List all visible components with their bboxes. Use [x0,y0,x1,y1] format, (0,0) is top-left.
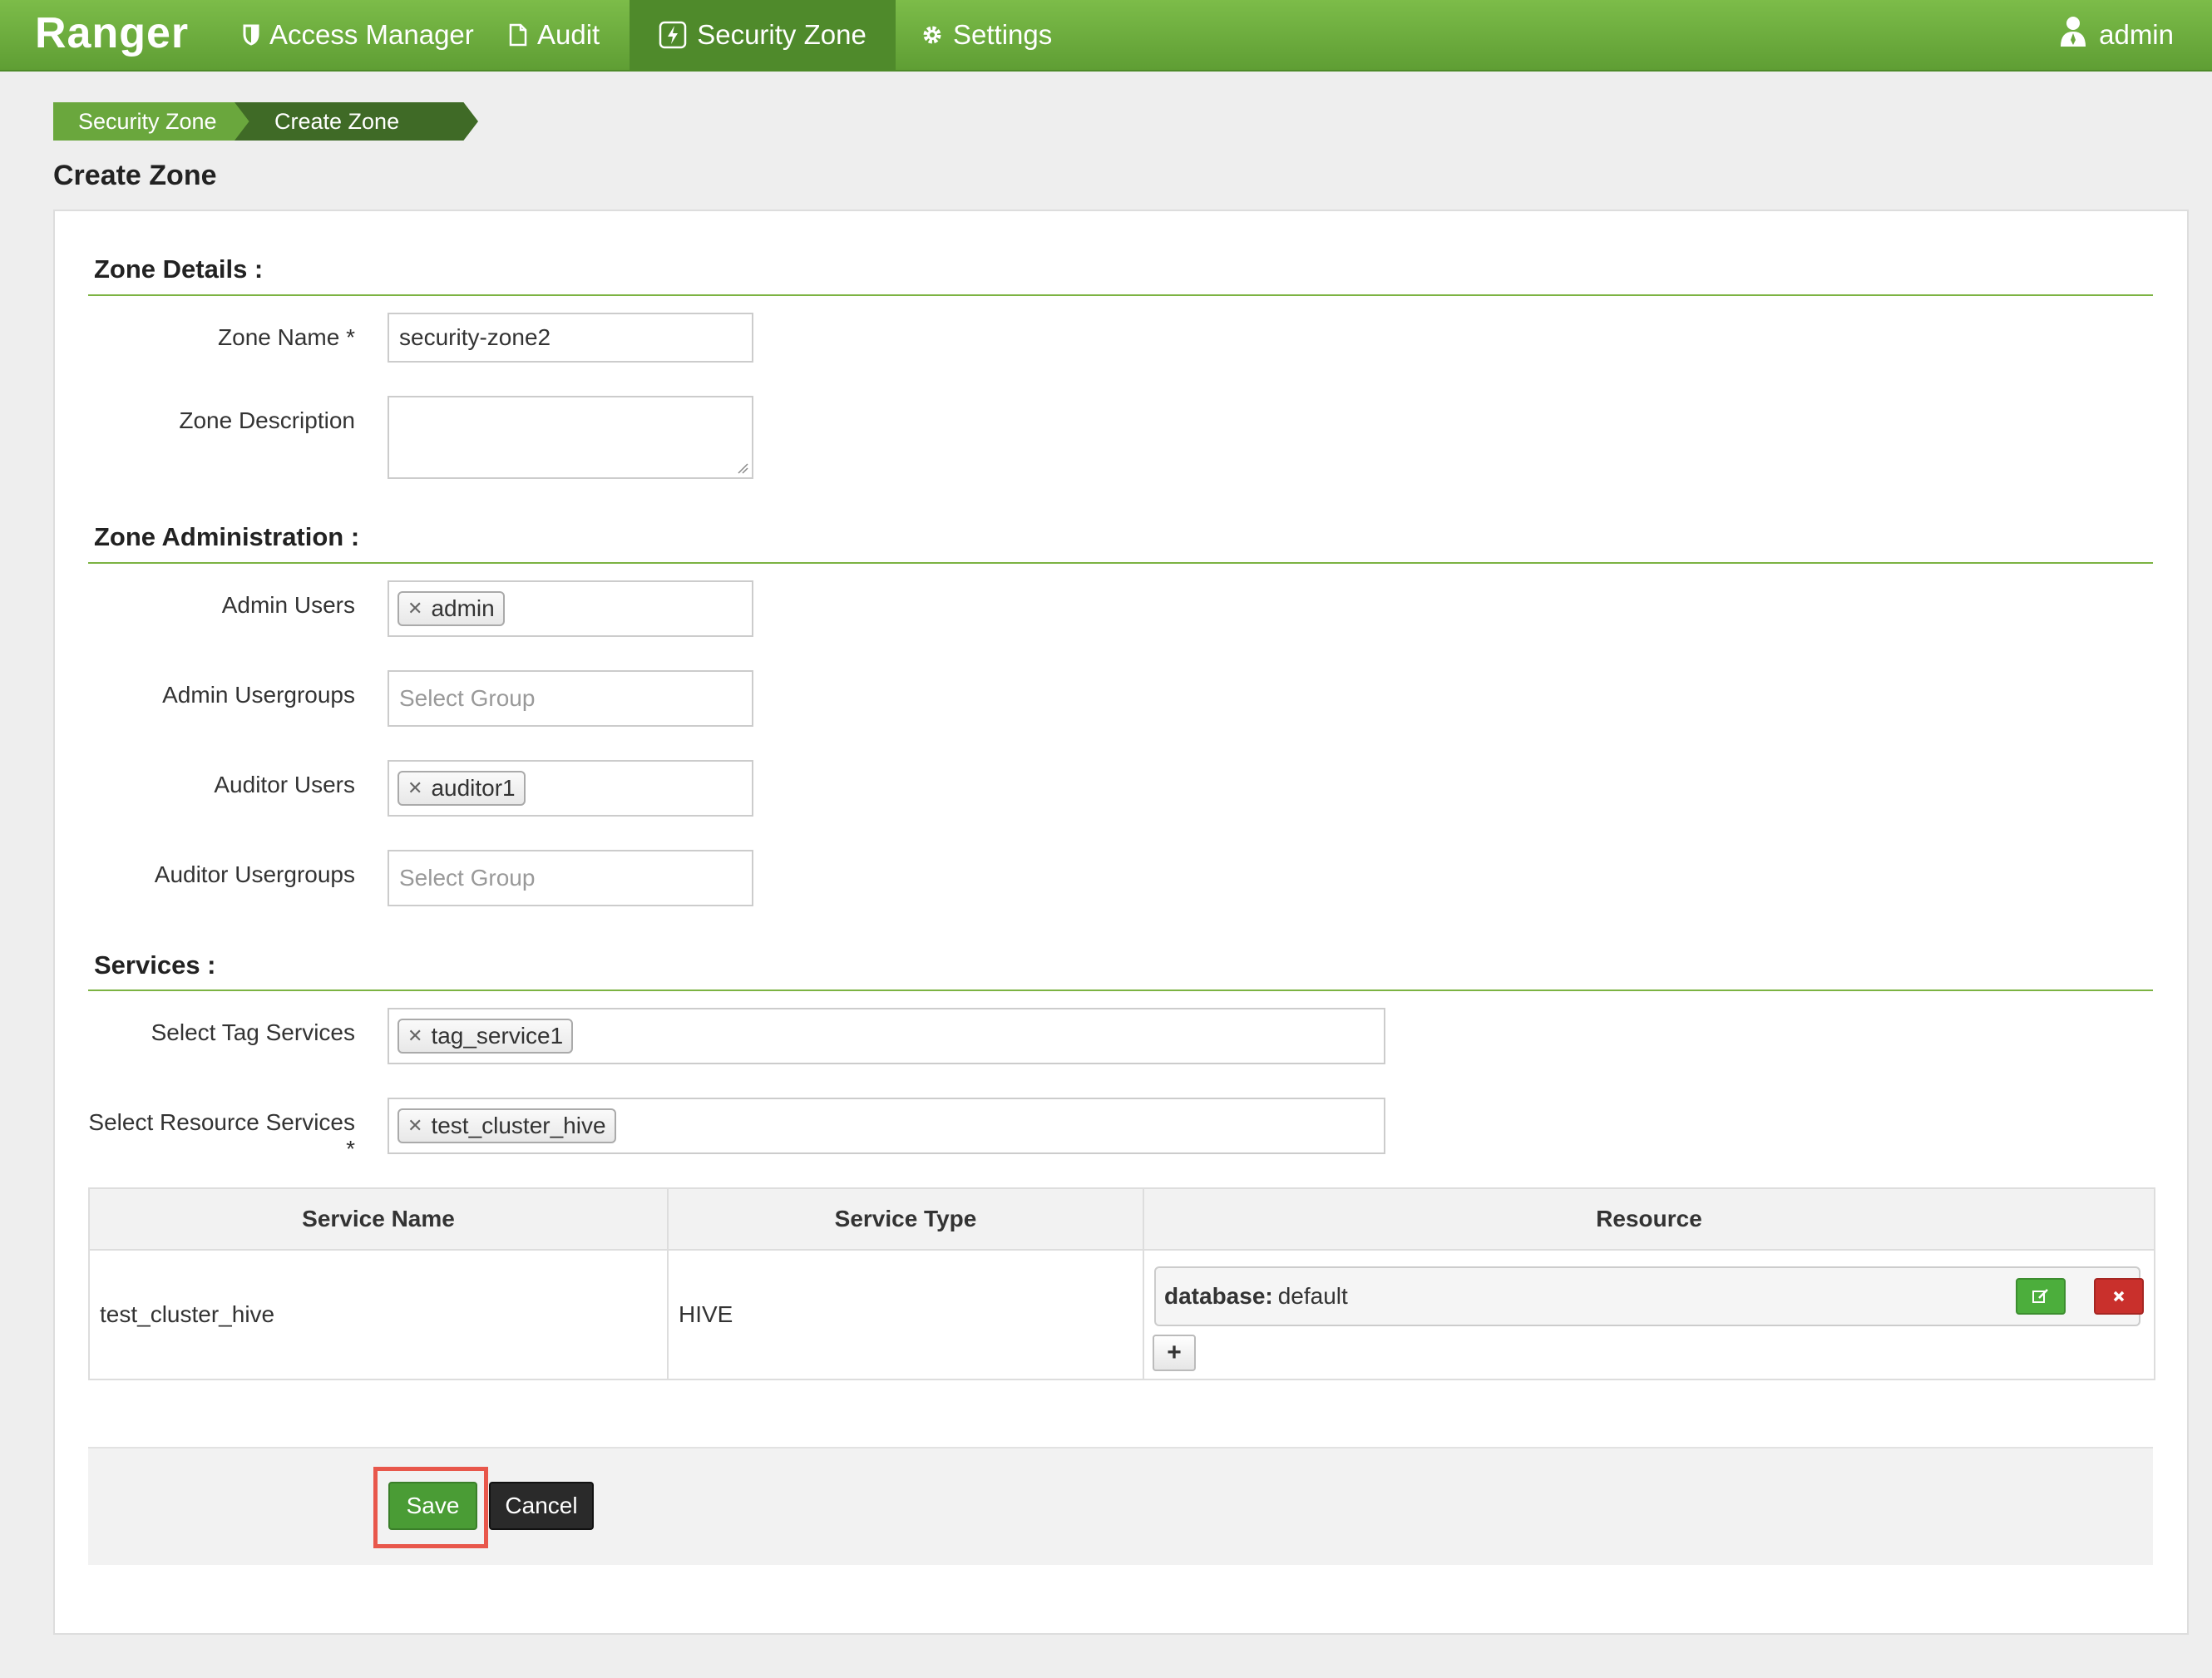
admin-users-label: Admin Users [221,592,355,618]
page-title: Create Zone [53,160,217,191]
column-header-service-name: Service Name [90,1189,669,1251]
zone-name-input[interactable]: security-zone2 [388,313,753,363]
section-divider [88,294,2153,296]
brand-logo[interactable]: Ranger [35,8,189,58]
tag-service-tag: ✕ tag_service1 [397,1019,574,1054]
tag-label: auditor1 [431,775,516,801]
edit-icon [2032,1289,2048,1303]
auditor-users-select[interactable]: ✕ auditor1 [388,760,753,817]
auditor-user-tag: ✕ auditor1 [397,771,526,806]
form-panel [53,210,2189,1635]
admin-usergroups-placeholder: Select Group [399,685,536,711]
section-zone-administration: Zone Administration : [94,522,360,551]
nav-access-manager[interactable]: Access Manager [243,0,474,70]
admin-user-tag: ✕ admin [397,591,505,626]
shield-icon [243,24,259,46]
column-header-resource: Resource [1144,1189,2154,1251]
nav-audit-label: Audit [537,19,600,50]
cell-service-type: HIVE [669,1251,1144,1379]
cancel-button[interactable]: Cancel [489,1482,594,1530]
resource-key: database: [1164,1283,1273,1309]
gear-icon [921,24,943,46]
breadcrumb-security-zone[interactable]: Security Zone [53,102,261,141]
remove-tag-icon[interactable]: ✕ [407,1025,422,1047]
remove-tag-icon[interactable]: ✕ [407,777,422,799]
remove-tag-icon[interactable]: ✕ [407,1115,422,1137]
resource-item: database: default [1154,1266,2140,1326]
edit-resource-button[interactable] [2016,1278,2066,1315]
admin-usergroups-label: Admin Usergroups [162,682,355,708]
section-divider [88,562,2153,564]
file-icon [509,23,527,47]
admin-users-select[interactable]: ✕ admin [388,580,753,637]
tag-services-label: Select Tag Services [151,1019,355,1045]
tag-label: admin [431,595,495,621]
resource-services-select[interactable]: ✕ test_cluster_hive [388,1098,1385,1154]
tag-services-select[interactable]: ✕ tag_service1 [388,1008,1385,1064]
tag-label: test_cluster_hive [431,1113,606,1138]
save-button[interactable]: Save [388,1482,477,1530]
auditor-usergroups-placeholder: Select Group [399,865,536,891]
zone-description-textarea[interactable] [388,396,753,479]
resource-services-label: Select Resource Services * [88,1109,355,1162]
lightning-icon [659,21,687,49]
nav-audit[interactable]: Audit [509,0,600,70]
zone-description-label: Zone Description [179,407,355,433]
tag-label: tag_service1 [431,1023,564,1049]
nav-access-manager-label: Access Manager [269,19,474,50]
remove-tag-icon[interactable]: ✕ [407,598,422,619]
top-navbar: Ranger Access Manager Audit Security Zon… [0,0,2212,72]
nav-settings-label: Settings [953,19,1053,50]
cell-service-name: test_cluster_hive [90,1251,669,1379]
admin-usergroups-select[interactable]: Select Group [388,670,753,727]
column-header-service-type: Service Type [669,1189,1144,1251]
add-resource-button[interactable]: + [1153,1335,1196,1371]
section-divider [88,990,2153,991]
nav-security-zone[interactable]: Security Zone [630,0,896,70]
user-icon [2059,15,2087,55]
section-zone-details: Zone Details : [94,254,264,284]
resize-grip-icon[interactable] [737,462,748,474]
nav-settings[interactable]: Settings [921,0,1052,70]
resource-value: default [1277,1283,1348,1309]
auditor-usergroups-select[interactable]: Select Group [388,850,753,906]
breadcrumb-create-zone: Create Zone [235,102,478,141]
auditor-users-label: Auditor Users [214,772,355,797]
resource-service-tag: ✕ test_cluster_hive [397,1108,616,1143]
close-icon [2113,1291,2125,1302]
nav-security-zone-label: Security Zone [697,19,867,50]
auditor-usergroups-label: Auditor Usergroups [154,861,355,887]
section-services: Services : [94,950,216,980]
zone-name-label: Zone Name * [218,324,355,350]
delete-resource-button[interactable] [2094,1278,2144,1315]
user-menu[interactable]: admin [2059,0,2174,70]
user-name: admin [2099,19,2174,50]
zone-name-value: security-zone2 [399,324,551,350]
